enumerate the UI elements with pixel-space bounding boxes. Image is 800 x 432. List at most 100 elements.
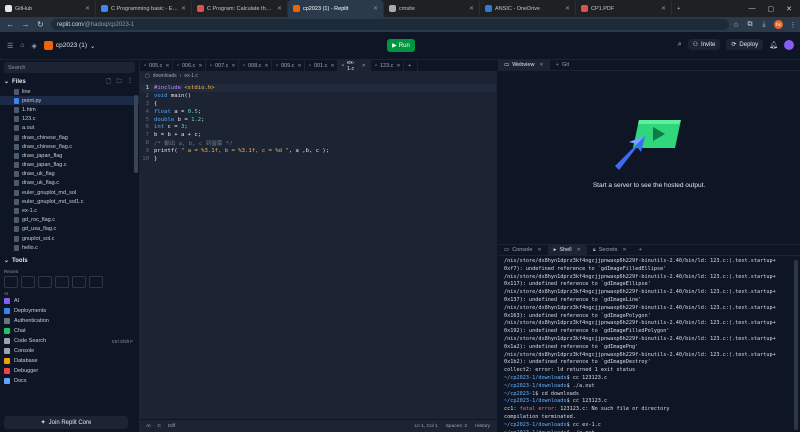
- close-icon[interactable]: ✕: [362, 63, 366, 69]
- file-tree-item[interactable]: draw_japan_flag: [0, 151, 139, 160]
- file-tree-item[interactable]: euler_gnuplot_md_sol1.c: [0, 197, 139, 206]
- run-button[interactable]: ▶ Run: [387, 39, 415, 52]
- recent-tool-slot[interactable]: [89, 276, 103, 289]
- browser-tab[interactable]: C Programming basic - Exerc ✕: [96, 0, 192, 17]
- sidebar-tool-item[interactable]: Database: [0, 356, 139, 366]
- more-icon[interactable]: ⋮: [127, 77, 133, 87]
- new-file-icon[interactable]: 🗋: [106, 77, 111, 87]
- file-tree-item[interactable]: draw_uk_flag: [0, 170, 139, 179]
- close-icon[interactable]: ✕: [565, 5, 570, 12]
- deploy-button[interactable]: ⟳ Deploy: [726, 39, 764, 50]
- browser-tab[interactable]: cmsite ✕: [384, 0, 480, 17]
- sidebar-tool-item[interactable]: Code Search Ctrl Shift F: [0, 336, 139, 346]
- sidebar-tool-item[interactable]: Chat: [0, 326, 139, 336]
- new-folder-icon[interactable]: 🗀: [116, 77, 122, 87]
- new-tab-button[interactable]: +: [672, 0, 688, 17]
- status-spaces[interactable]: Spaces: 2: [446, 424, 467, 429]
- editor-tab[interactable]: ▫ 008.c ✕: [239, 60, 272, 71]
- minimize-icon[interactable]: —: [749, 5, 756, 12]
- close-icon[interactable]: ✕: [264, 63, 268, 69]
- editor-tab[interactable]: ▫ 123.c ✕: [371, 60, 404, 71]
- breadcrumb-file[interactable]: ex-1.c: [184, 73, 198, 79]
- tab-console[interactable]: ▭ Console ✕: [498, 245, 548, 255]
- download-icon[interactable]: ⤓: [757, 21, 771, 29]
- browser-tab[interactable]: cp2023 (1) - Replit ✕: [288, 0, 384, 17]
- close-icon[interactable]: ✕: [297, 63, 301, 69]
- file-tree-item[interactable]: point.py: [0, 96, 139, 106]
- replit-logo-icon[interactable]: ◈: [32, 42, 37, 50]
- close-icon[interactable]: ✕: [622, 247, 626, 253]
- file-tree-item[interactable]: gnuplot_sol.c: [0, 234, 139, 243]
- shell-scrollbar[interactable]: [794, 260, 798, 430]
- status-lang[interactable]: C: [158, 424, 161, 429]
- editor-tab[interactable]: ▫ 001.c ✕: [305, 60, 338, 71]
- bookmark-star-icon[interactable]: ☆: [729, 21, 743, 29]
- browser-tab[interactable]: C Program: Calculate the sur ✕: [192, 0, 288, 17]
- file-tree-item[interactable]: draw_chinese_flag: [0, 133, 139, 142]
- file-tree-item[interactable]: euler_gnuplot_md_sol: [0, 188, 139, 197]
- editor-tab[interactable]: ▫ 007.c ✕: [206, 60, 239, 71]
- close-icon[interactable]: ✕: [661, 5, 666, 12]
- search-icon[interactable]: ⌕: [678, 41, 682, 49]
- close-icon[interactable]: ✕: [231, 63, 235, 69]
- browser-tab[interactable]: CP1.PDF ✕: [576, 0, 672, 17]
- sidebar-tool-item[interactable]: Debugger: [0, 366, 139, 376]
- back-icon[interactable]: ←: [6, 20, 15, 29]
- forward-icon[interactable]: →: [21, 20, 30, 29]
- close-icon[interactable]: ✕: [181, 5, 186, 12]
- file-tree-item[interactable]: draw_japan_flag.c: [0, 161, 139, 170]
- file-tree-item[interactable]: draw_uk_flag.c: [0, 179, 139, 188]
- browser-tab[interactable]: ANSIC - OneDrive ✕: [480, 0, 576, 17]
- status-history[interactable]: History: [475, 424, 490, 429]
- close-icon[interactable]: ✕: [469, 5, 474, 12]
- tab-shell[interactable]: ▸ Shell ✕: [547, 245, 587, 255]
- status-ai[interactable]: AI: [146, 424, 151, 429]
- sidebar-toggle-icon[interactable]: ☰: [7, 42, 13, 50]
- extensions-icon[interactable]: ⧉: [743, 21, 757, 29]
- close-icon[interactable]: ✕: [396, 63, 400, 69]
- sidebar-tool-item[interactable]: Docs: [0, 376, 139, 386]
- tab-webview[interactable]: ▭ Webview ✕: [498, 60, 550, 70]
- sidebar-tool-item[interactable]: AI: [0, 296, 139, 306]
- tab-git[interactable]: ⑂ Git: [550, 60, 575, 70]
- sidebar-tool-item[interactable]: Authentication: [0, 316, 139, 326]
- close-icon[interactable]: ✕: [330, 63, 334, 69]
- new-editor-tab-button[interactable]: +: [404, 60, 418, 71]
- breadcrumb-folder[interactable]: downloads: [153, 73, 177, 79]
- home-icon[interactable]: ⌂: [20, 42, 24, 49]
- file-tree-item[interactable]: gd_usa_flag.c: [0, 225, 139, 234]
- recent-tool-slot[interactable]: [21, 276, 35, 289]
- browser-menu-icon[interactable]: ⋮: [786, 21, 800, 29]
- invite-button[interactable]: ⚇ Invite: [687, 39, 721, 50]
- repl-name-button[interactable]: cp2023 (1) ⌄: [43, 41, 95, 50]
- reload-icon[interactable]: ↻: [36, 20, 45, 29]
- sidebar-tool-item[interactable]: Console: [0, 346, 139, 356]
- recent-tool-slot[interactable]: [38, 276, 52, 289]
- tools-section-header[interactable]: ⌄ Tools: [0, 255, 139, 266]
- editor-tab[interactable]: ▫ ex-1.c ✕: [338, 60, 371, 72]
- file-tree-item[interactable]: ex-1.c: [0, 206, 139, 215]
- files-section-header[interactable]: ⌄ Files 🗋 🗀 ⋮: [0, 76, 139, 87]
- window-close-icon[interactable]: ✕: [786, 5, 792, 13]
- file-tree-item[interactable]: gd_roc_flag.c: [0, 216, 139, 225]
- sidebar-search-input[interactable]: Search: [4, 62, 135, 73]
- close-icon[interactable]: ✕: [198, 63, 202, 69]
- editor-tab[interactable]: ▫ 006.c ✕: [173, 60, 206, 71]
- join-replit-core-button[interactable]: ✦ Join Replit Core: [4, 416, 128, 429]
- browser-tab[interactable]: GitHub ✕: [0, 0, 96, 17]
- maximize-icon[interactable]: ▢: [768, 5, 775, 13]
- editor-tab[interactable]: ▫ 009.c ✕: [272, 60, 305, 71]
- close-icon[interactable]: ✕: [85, 5, 90, 12]
- file-tree-item[interactable]: a.out: [0, 124, 139, 133]
- file-tree-item[interactable]: hello.c: [0, 243, 139, 252]
- file-tree-item[interactable]: line: [0, 87, 139, 96]
- close-icon[interactable]: ✕: [539, 62, 543, 68]
- file-tree-item[interactable]: 123.c: [0, 115, 139, 124]
- shell-output[interactable]: /nix/store/dx8hyn1dprz3kf4ngcjjpnwaxp6h2…: [504, 258, 790, 432]
- tab-secrets[interactable]: 🔒︎ Secrets ✕: [587, 245, 633, 255]
- new-console-tab-button[interactable]: +: [633, 245, 648, 255]
- recent-tool-slot[interactable]: [55, 276, 69, 289]
- editor-tab[interactable]: ▫ 005.c ✕: [140, 60, 173, 71]
- close-icon[interactable]: ✕: [165, 63, 169, 69]
- profile-avatar[interactable]: hs: [774, 20, 783, 29]
